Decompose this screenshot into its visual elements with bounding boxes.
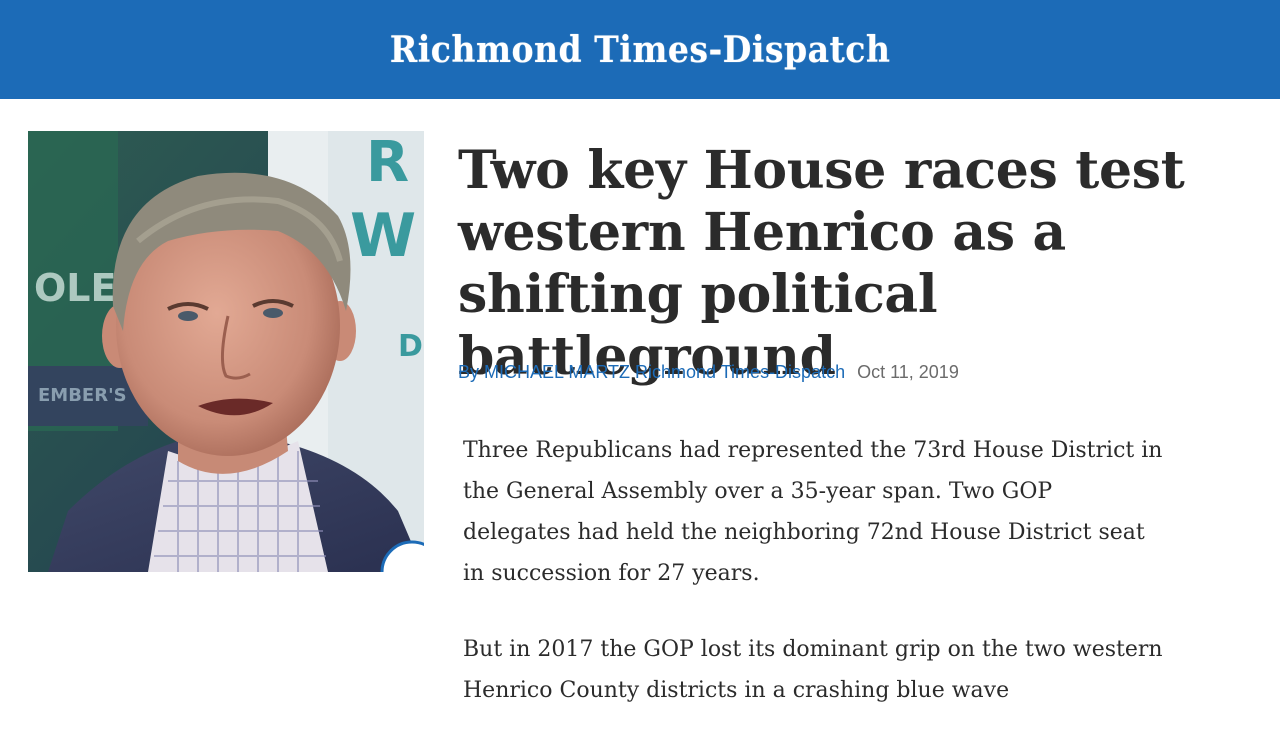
article-body: Three Republicans had represented the 73… (463, 430, 1163, 746)
article-photo[interactable]: OLE EMBER'S R W D (28, 131, 424, 572)
svg-text:W: W (350, 201, 416, 271)
portrait-photo-icon: OLE EMBER'S R W D (28, 131, 424, 572)
svg-text:R: R (366, 131, 409, 195)
article-paragraph: But in 2017 the GOP lost its dominant gr… (463, 637, 1163, 703)
site-logo[interactable]: Richmond Times-Dispatch (390, 29, 891, 71)
svg-text:D: D (398, 329, 423, 364)
svg-text:OLE: OLE (34, 266, 116, 310)
publish-date: Oct 11, 2019 (857, 362, 959, 382)
masthead: Richmond Times-Dispatch (0, 0, 1280, 99)
byline: By MICHAEL MARTZ Richmond Times-Dispatch… (458, 362, 959, 383)
author-link[interactable]: By MICHAEL MARTZ Richmond Times-Dispatch (458, 362, 845, 382)
svg-text:EMBER'S: EMBER'S (38, 385, 127, 406)
article-paragraph: Three Republicans had represented the 73… (463, 438, 1163, 586)
article-headline: Two key House races test western Henrico… (458, 140, 1185, 387)
